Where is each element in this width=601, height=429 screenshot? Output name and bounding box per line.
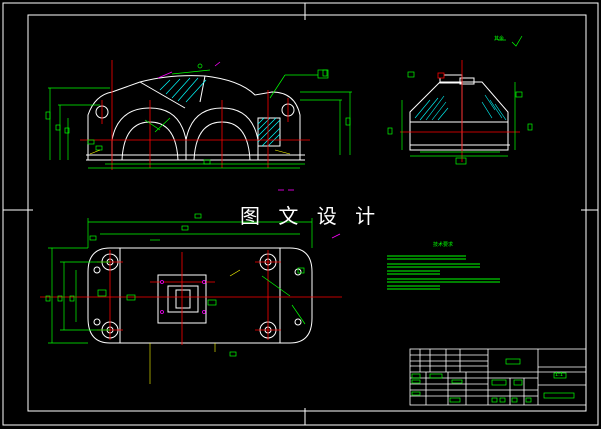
notes-title: 技术要求 [433,242,454,248]
roughness-mark-label: 其余 [494,36,505,42]
top-view-accents [160,233,341,314]
title-block-ratio: 1:1 [555,372,564,378]
front-view-hatch [159,77,281,147]
front-view-leaders [89,149,291,155]
title-block-fields [411,358,575,403]
front-view [45,60,352,170]
top-view [40,213,342,384]
notes-lines [387,255,500,290]
top-view-centerlines [40,250,342,345]
side-view-hatch [414,94,507,121]
front-view-outline [86,75,305,161]
side-view-outline [409,74,510,151]
side-view [387,35,533,165]
top-view-dimensions [45,213,313,357]
top-view-leaders [149,269,241,384]
watermark-text: 图 文 设 计 [240,204,382,228]
front-view-dimensions [45,63,352,169]
